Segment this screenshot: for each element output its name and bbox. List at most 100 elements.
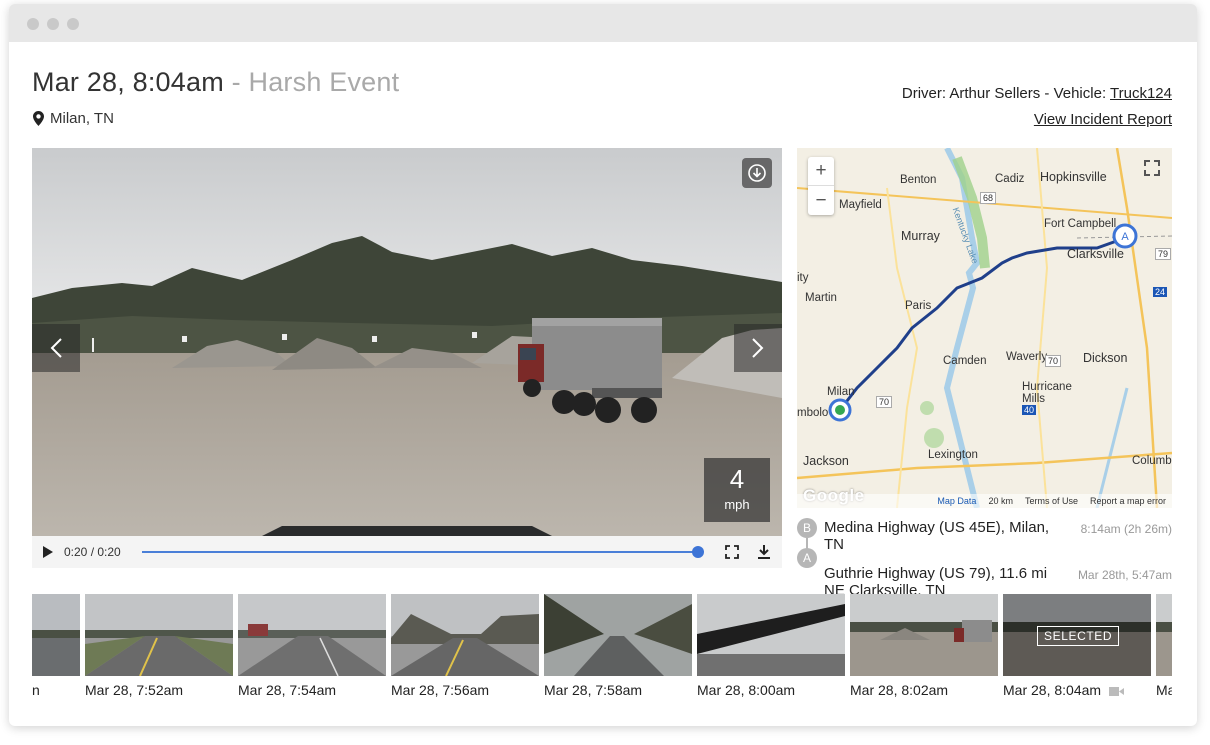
thumbnail-image	[697, 594, 845, 676]
zoom-out-button[interactable]: −	[808, 186, 834, 215]
thumbnail-image	[850, 594, 998, 676]
window-dot-icon[interactable]	[67, 18, 79, 30]
video-player[interactable]: 4 mph	[32, 148, 782, 536]
event-header: Mar 28, 8:04am - Harsh Event	[32, 67, 399, 98]
filmstrip-thumb-label: Mar 28, 7:56am	[391, 682, 490, 698]
map-label: Fort Campbell	[1044, 218, 1117, 230]
window-dot-icon[interactable]	[27, 18, 39, 30]
map-label: Cadiz	[995, 173, 1025, 185]
page-title: Mar 28, 8:04am - Harsh Event	[32, 67, 399, 98]
stop-marker-a: A	[797, 548, 817, 568]
map-labels: Benton Cadiz Hopkinsville Mayfield Murra…	[797, 148, 1172, 508]
speed-value: 4	[729, 464, 745, 494]
filmstrip-thumb[interactable]	[1156, 594, 1172, 676]
map-label: Mayfield	[839, 199, 882, 211]
window-dot-icon[interactable]	[47, 18, 59, 30]
selected-badge: SELECTED	[1037, 626, 1120, 646]
filmstrip-thumb[interactable]	[850, 594, 998, 676]
video-controls: 0:20 / 0:20	[32, 536, 782, 568]
speed-unit: mph	[724, 497, 750, 512]
stop-address: Guthrie Highway (US 79), 11.6 mi NE Clar…	[824, 565, 1048, 596]
thumbnail-image	[238, 594, 386, 676]
map-label: Camden	[943, 355, 987, 367]
event-datetime: Mar 28, 8:04am	[32, 67, 224, 97]
filmstrip-thumb-selected[interactable]: SELECTED	[1003, 594, 1151, 676]
map-pin-icon	[33, 111, 44, 126]
filmstrip-thumb-label: Ma	[1156, 682, 1172, 698]
driver-label: Driver: Arthur Sellers - Vehicle:	[901, 85, 1111, 102]
map-label: Martin	[805, 292, 837, 304]
fullscreen-button[interactable]	[716, 536, 748, 568]
filmstrip-thumb-label: n	[32, 682, 40, 698]
speed-readout: 4 mph	[704, 458, 770, 522]
download-overlay-button[interactable]	[742, 158, 772, 188]
thumbnail-image	[544, 594, 692, 676]
filmstrip-thumb[interactable]	[32, 594, 80, 676]
thumbnail-image	[391, 594, 539, 676]
filmstrip-thumb-label: Mar 28, 7:52am	[85, 682, 184, 698]
map-data-link[interactable]: Map Data	[937, 496, 976, 506]
filmstrip-thumb[interactable]	[238, 594, 386, 676]
chevron-right-icon	[752, 338, 764, 358]
download-button[interactable]	[748, 536, 780, 568]
event-location: Milan, TN	[33, 110, 114, 127]
dashcam-frame	[32, 148, 782, 536]
map-label: Hurricane Mills	[1022, 381, 1072, 405]
video-camera-icon	[1108, 686, 1124, 696]
highway-shield: 68	[980, 192, 997, 204]
filmstrip-thumb-label: Mar 28, 8:04am	[1003, 682, 1125, 698]
filmstrip-thumb[interactable]	[697, 594, 845, 676]
thumb-label-text: Mar 28, 8:04am	[1003, 682, 1102, 698]
window-titlebar	[9, 4, 1197, 42]
progress-knob[interactable]	[692, 546, 704, 558]
filmstrip-thumb[interactable]	[391, 594, 539, 676]
map-label: mbolo	[797, 407, 829, 419]
download-icon	[758, 545, 770, 559]
filmstrip-thumb-label: Mar 28, 8:00am	[697, 682, 796, 698]
fullscreen-icon	[1144, 160, 1160, 176]
map-label: Waverly	[1006, 351, 1048, 363]
zoom-in-button[interactable]: +	[808, 157, 834, 186]
thumbnail-image	[32, 594, 80, 676]
stop-address: Medina Highway (US 45E), Milan, TN	[824, 519, 1050, 553]
map-label: Benton	[900, 174, 937, 186]
highway-shield: 79	[1155, 248, 1172, 260]
filmstrip-thumb-label: Mar 28, 7:54am	[238, 682, 337, 698]
event-filmstrip: n Mar 28, 7:52am Mar 28, 7:54am Mar 28, …	[32, 594, 1172, 704]
map-fullscreen-button[interactable]	[1144, 160, 1160, 181]
event-type: Harsh Event	[248, 67, 400, 97]
map-label: Lexington	[928, 449, 978, 461]
play-icon	[43, 546, 53, 558]
highway-shield: 40	[1022, 405, 1037, 415]
map-zoom-control: + −	[808, 157, 834, 215]
play-button[interactable]	[32, 536, 64, 568]
driver-info: Driver: Arthur Sellers - Vehicle: Truck1…	[902, 85, 1172, 102]
map-footer: Map Data 20 km Terms of Use Report a map…	[797, 494, 1172, 508]
chevron-left-icon	[50, 338, 62, 358]
map-label: Jackson	[803, 454, 849, 468]
highway-shield: 70	[876, 396, 893, 408]
route-map[interactable]: A Benton Cadiz Hopkinsville Mayfield Mur…	[797, 148, 1172, 508]
highway-shield: 70	[1045, 355, 1062, 367]
stop-time: Mar 28th, 5:47am	[1077, 568, 1172, 582]
map-label: Clarksville	[1067, 247, 1124, 261]
stop-time: 8:14am (2h 26m)	[1080, 522, 1172, 536]
next-frame-button[interactable]	[734, 324, 782, 372]
filmstrip-thumb[interactable]	[544, 594, 692, 676]
terms-of-use-link[interactable]: Terms of Use	[1025, 496, 1078, 506]
map-label: Kentucky Lake	[950, 206, 981, 265]
map-label: Paris	[905, 300, 932, 312]
map-label: Milan	[827, 386, 855, 398]
previous-frame-button[interactable]	[32, 324, 80, 372]
filmstrip-thumb[interactable]	[85, 594, 233, 676]
progress-track[interactable]	[142, 546, 704, 558]
view-incident-report-link[interactable]: View Incident Report	[1034, 111, 1172, 128]
map-label: Murray	[901, 229, 940, 243]
playback-time: 0:20 / 0:20	[64, 545, 121, 559]
fullscreen-icon	[725, 545, 739, 559]
vehicle-link[interactable]: Truck124	[1110, 85, 1172, 102]
report-map-error-link[interactable]: Report a map error	[1090, 496, 1166, 506]
title-separator: -	[223, 67, 249, 97]
map-scale: 20 km	[988, 496, 1013, 506]
thumbnail-image	[85, 594, 233, 676]
